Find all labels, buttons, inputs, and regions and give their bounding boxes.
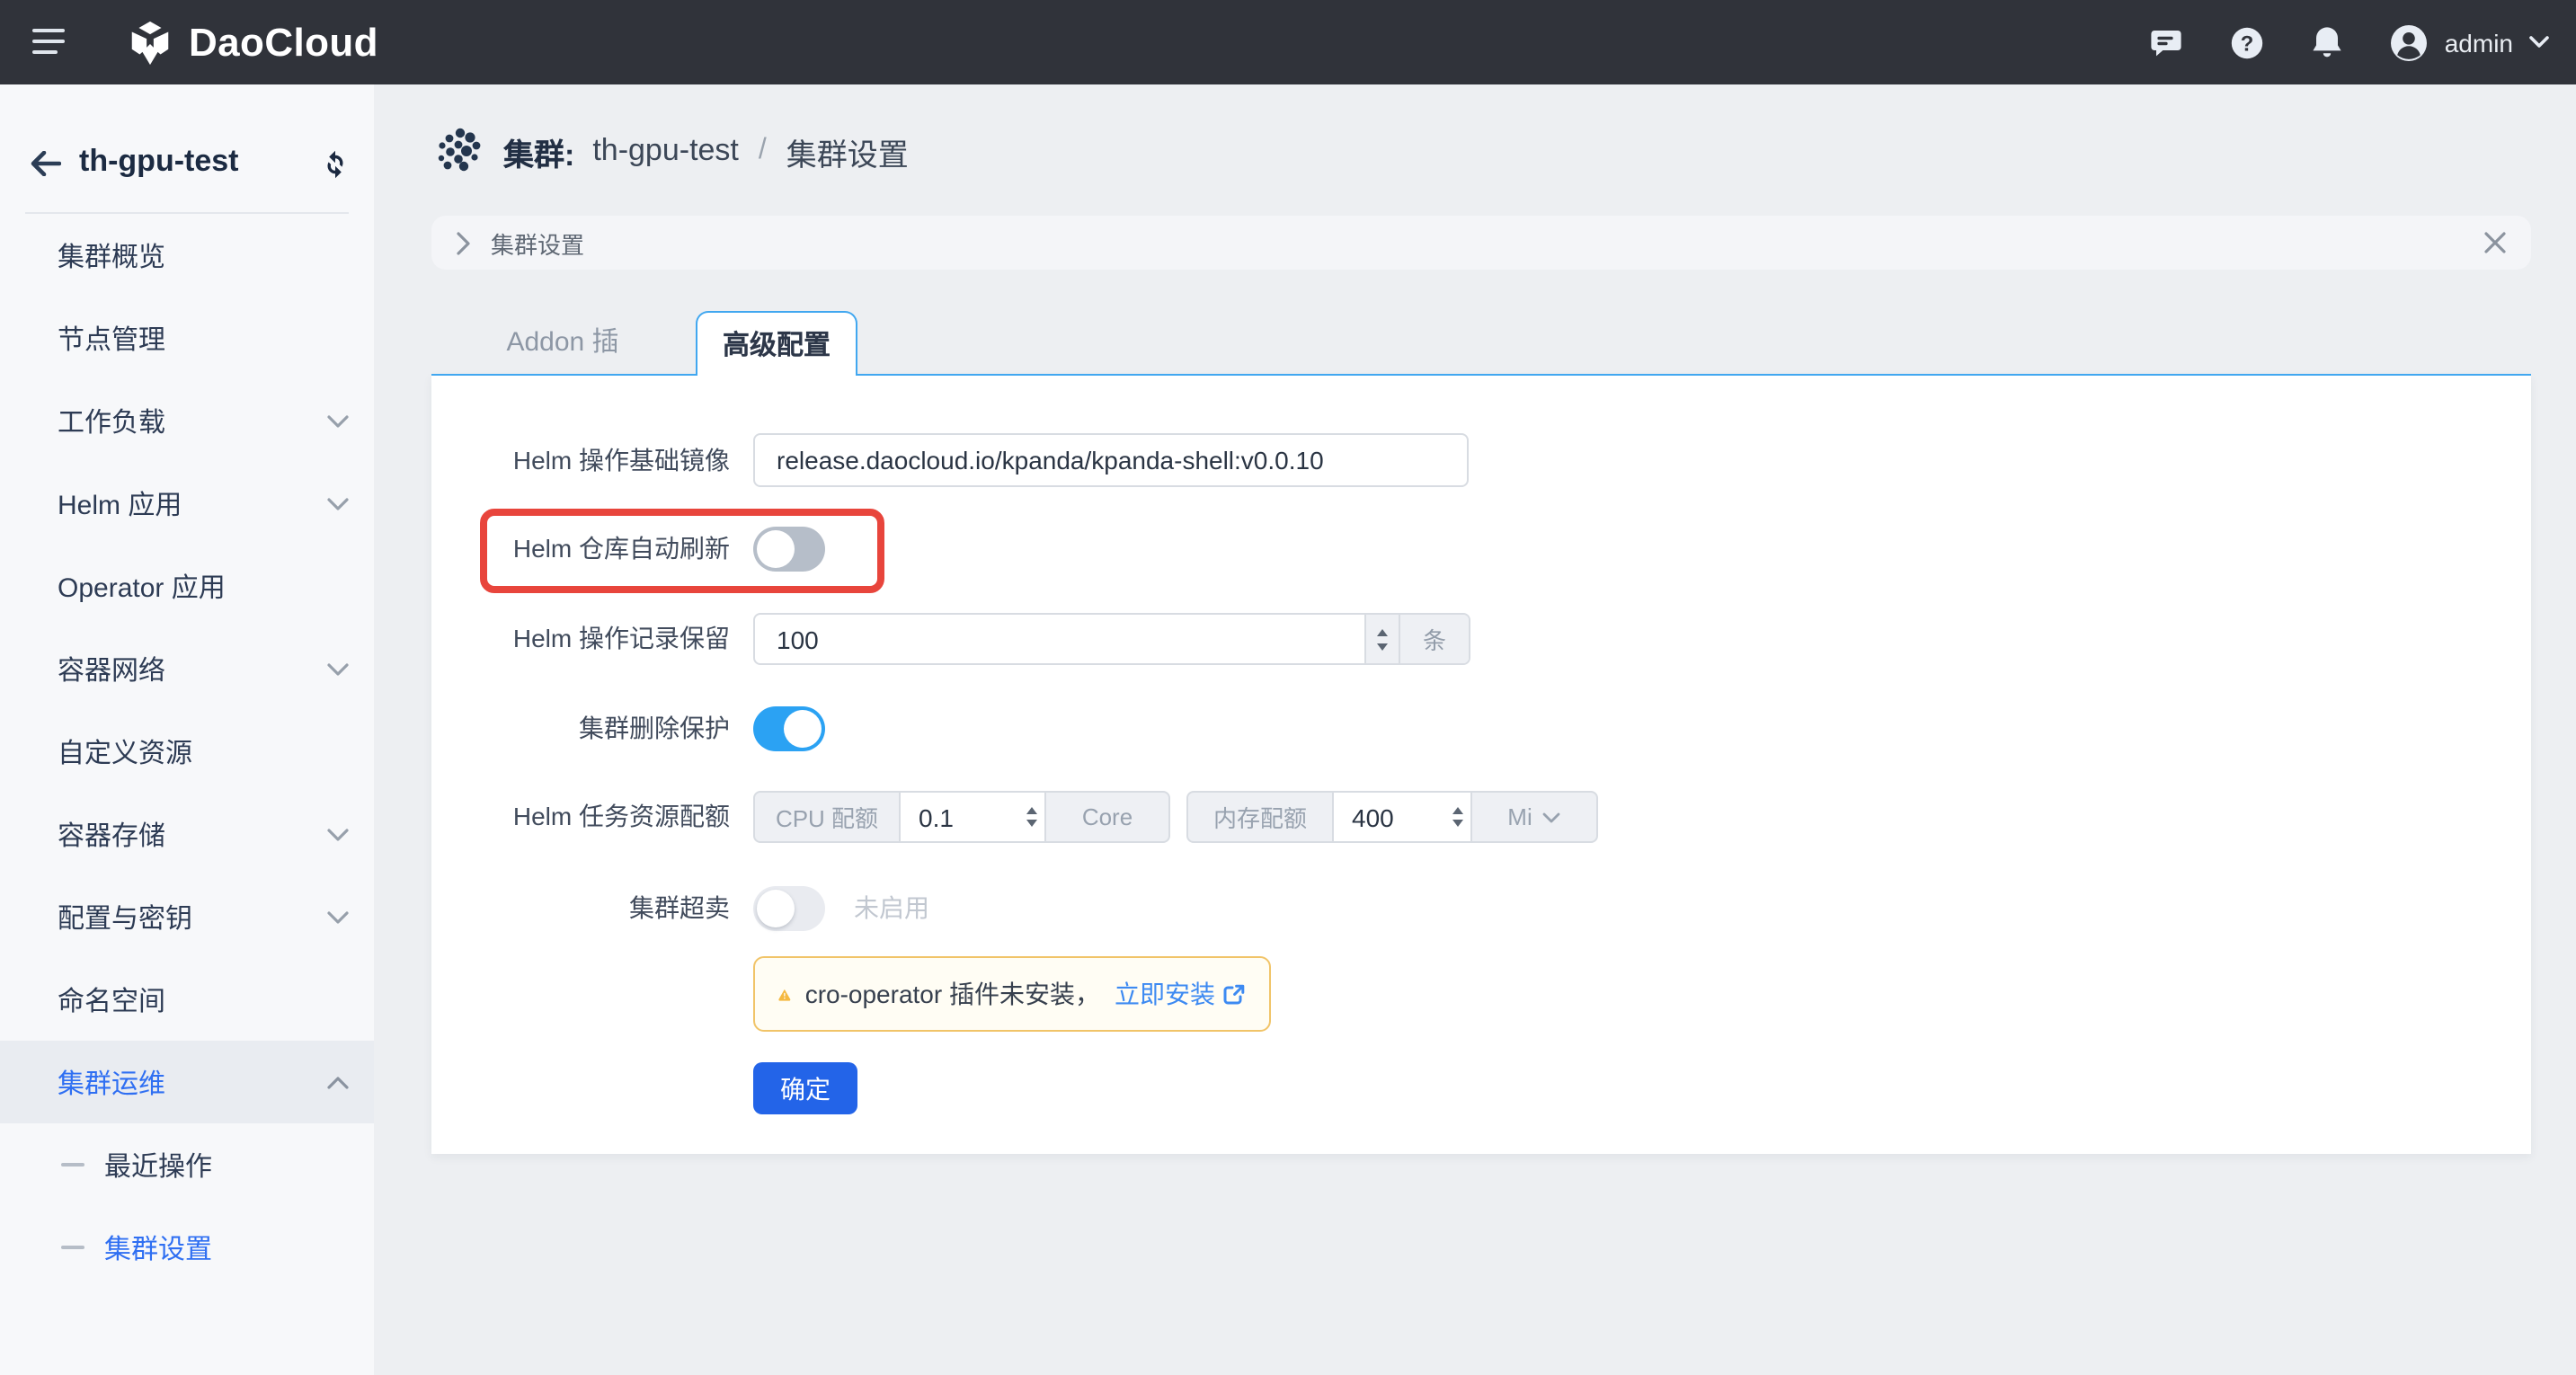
helm-quota-label: Helm 任务资源配额 [431,791,730,843]
memory-quota-prefix: 内存配额 [1188,793,1332,841]
chevron-down-icon [327,414,349,427]
warning-text: cro-operator 插件未安装， [805,976,1100,1012]
install-now-link[interactable]: 立即安装 [1115,976,1246,1012]
breadcrumb: 集群: th-gpu-test / 集群设置 [435,124,909,178]
help-icon[interactable]: ? [2229,24,2265,60]
delete-protection-toggle[interactable] [753,706,825,751]
sidebar-item-container-network[interactable]: 容器网络 [0,627,374,710]
helm-repo-refresh-toggle[interactable] [753,527,825,572]
helm-history-label: Helm 操作记录保留 [431,613,730,665]
user-menu[interactable]: admin [2389,22,2549,62]
sidebar-item-node-management[interactable]: 节点管理 [0,297,374,379]
cpu-quota-field [899,793,1046,841]
memory-quota-group: 内存配额 Mi [1186,791,1598,843]
stepper-down-icon[interactable] [1452,820,1463,827]
helm-history-input-group: 条 [753,613,1470,665]
dash-icon [61,1246,84,1249]
cpu-quota-group: CPU 配额 Core [753,791,1170,843]
chevron-down-icon [327,497,349,510]
memory-quota-field [1332,793,1472,841]
sidebar-nav: 集群概览 节点管理 工作负载 Helm 应用 Operator 应用 容器网络 … [0,214,374,1289]
cluster-dots-icon [435,126,485,176]
helm-history-unit: 条 [1399,615,1469,663]
top-header: DaoCloud ? admin [0,0,2576,84]
sidebar-item-custom-resources[interactable]: 自定义资源 [0,710,374,793]
cpu-quota-unit: Core [1046,793,1168,841]
sidebar-item-operator-apps[interactable]: Operator 应用 [0,545,374,627]
breadcrumb-current: 集群设置 [786,129,909,173]
breadcrumb-cluster-label: 集群: [503,129,574,173]
sidebar-item-namespaces[interactable]: 命名空间 [0,958,374,1041]
stepper-down-icon[interactable] [1377,643,1388,650]
helm-history-input[interactable] [755,615,1364,663]
stepper-up-icon[interactable] [1377,628,1388,635]
sidebar-item-workloads[interactable]: 工作负载 [0,379,374,462]
stepper-up-icon[interactable] [1026,807,1037,814]
oversell-status: 未启用 [854,886,929,931]
memory-quota-input[interactable] [1334,803,1470,831]
switch-cluster-icon[interactable] [320,149,351,180]
stepper-up-icon[interactable] [1452,807,1463,814]
bell-icon[interactable] [2310,24,2344,60]
breadcrumb-cluster-name: th-gpu-test [592,133,739,169]
chevron-down-icon [327,828,349,840]
sidebar-item-config-secrets[interactable]: 配置与密钥 [0,875,374,958]
sidebar-item-container-storage[interactable]: 容器存储 [0,793,374,875]
breadcrumb-separator: / [759,135,767,167]
memory-quota-stepper[interactable] [1452,793,1463,841]
helm-image-label: Helm 操作基础镜像 [431,433,730,487]
avatar-icon [2389,22,2429,62]
sidebar-item-cluster-settings[interactable]: 集群设置 [0,1206,374,1289]
chevron-down-icon [2529,36,2549,49]
close-icon[interactable] [2484,232,2506,253]
oversell-label: 集群超卖 [431,886,730,931]
chevron-down-icon [327,662,349,675]
svg-text:?: ? [2240,31,2253,55]
sidebar-item-helm-apps[interactable]: Helm 应用 [0,462,374,545]
cpu-quota-input[interactable] [901,803,1044,831]
daocloud-logo-icon [126,17,174,67]
app: DaoCloud ? admin [0,0,2576,1375]
helm-repo-refresh-label: Helm 仓库自动刷新 [431,527,730,572]
advanced-config-panel: Helm 操作基础镜像 Helm 仓库自动刷新 Helm 操作记录保留 条 集群… [431,374,2531,1154]
cpu-quota-stepper[interactable] [1026,793,1037,841]
tab-addon-plugins[interactable]: Addon 插件 [502,311,624,374]
sidebar-item-cluster-ops[interactable]: 集群运维 [0,1041,374,1123]
delete-protection-label: 集群删除保护 [431,706,730,751]
sidebar-item-cluster-overview[interactable]: 集群概览 [0,214,374,297]
main-content: 集群: th-gpu-test / 集群设置 集群设置 Addon 插件 高级配… [374,84,2576,1375]
header-actions: ? admin [2148,0,2549,84]
brand-logo[interactable]: DaoCloud [126,16,378,68]
dash-icon [61,1163,84,1167]
chevron-right-icon[interactable] [457,231,471,254]
chevron-down-icon [327,910,349,923]
sidebar-item-recent-operations[interactable]: 最近操作 [0,1123,374,1206]
helm-history-stepper[interactable] [1364,615,1399,663]
menu-icon[interactable] [32,29,68,56]
back-arrow-icon[interactable] [31,151,61,176]
chat-icon[interactable] [2148,24,2184,60]
user-name: admin [2445,28,2513,57]
stepper-down-icon[interactable] [1026,820,1037,827]
settings-collapse-bar[interactable]: 集群设置 [431,216,2531,270]
sidebar-header: th-gpu-test [0,84,374,212]
confirm-button[interactable]: 确定 [753,1062,857,1114]
memory-unit-select[interactable]: Mi [1472,793,1596,841]
brand-name: DaoCloud [189,19,378,66]
cpu-quota-prefix: CPU 配额 [755,793,899,841]
cro-operator-warning: cro-operator 插件未安装， 立即安装 [753,956,1271,1032]
warning-icon [778,979,791,1009]
sidebar: th-gpu-test 集群概览 节点管理 工作负载 Helm 应用 Opera… [0,84,374,1375]
helm-image-input[interactable] [753,433,1469,487]
chevron-up-icon [327,1076,349,1088]
settings-bar-title: 集群设置 [491,226,584,260]
oversell-toggle[interactable] [753,886,825,931]
external-link-icon [1222,982,1246,1006]
sidebar-cluster-name: th-gpu-test [79,144,239,180]
tab-advanced-config[interactable]: 高级配置 [696,311,857,376]
chevron-down-icon [1543,812,1561,822]
